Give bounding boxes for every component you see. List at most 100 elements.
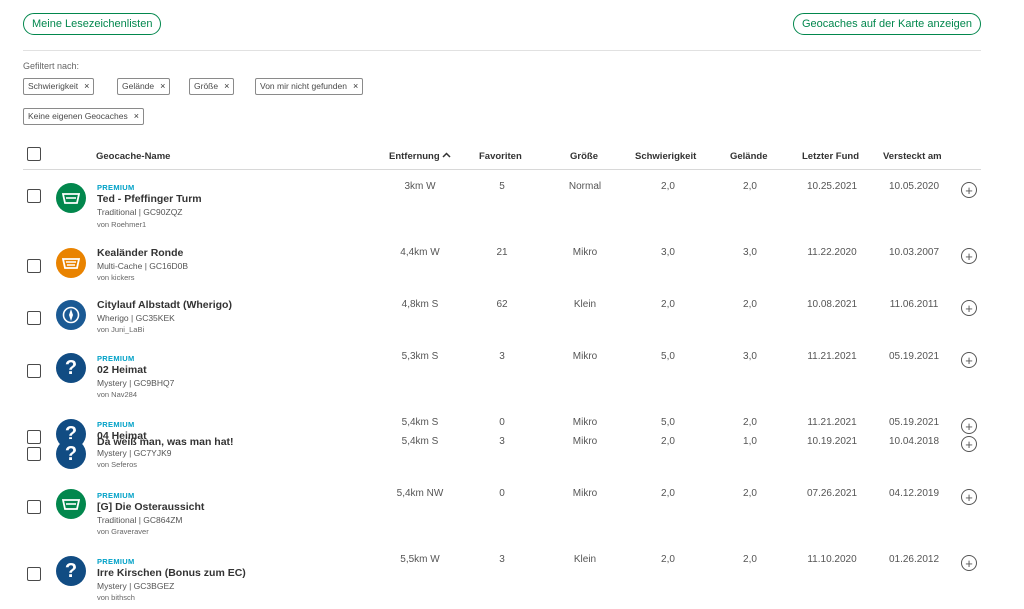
select-all-checkbox[interactable] — [27, 147, 41, 161]
row-checkbox[interactable] — [27, 364, 41, 378]
cache-type-code: Multi-Cache | GC16D0B — [97, 261, 189, 271]
cache-type-code: Traditional | GC90ZQZ — [97, 207, 183, 217]
distance-cell: 4,8km S — [401, 299, 439, 310]
add-to-list-icon[interactable]: + — [961, 182, 977, 198]
size-cell: Mikro — [572, 417, 598, 428]
favorites-cell: 0 — [499, 417, 505, 428]
difficulty-cell: 2,0 — [661, 488, 675, 499]
column-header-name[interactable]: Geocache-Name — [96, 151, 170, 162]
row-checkbox[interactable] — [27, 447, 41, 461]
filter-chip-label: Schwierigkeit — [28, 81, 79, 91]
close-icon[interactable]: × — [134, 111, 139, 121]
last-found-cell: 10.08.2021 — [806, 299, 858, 310]
cache-name-link[interactable]: Irre Kirschen (Bonus zum EC) — [97, 567, 246, 579]
row-checkbox[interactable] — [27, 259, 41, 273]
column-header-difficulty[interactable]: Schwierigkeit — [635, 151, 696, 162]
filter-chip-terrain[interactable]: Gelände × — [117, 78, 171, 95]
filter-chip-difficulty[interactable]: Schwierigkeit × — [23, 78, 95, 95]
cache-owner: von Juni_LaBi — [97, 325, 145, 334]
multi-cache-icon — [56, 248, 86, 278]
column-header-hidden[interactable]: Versteckt am — [883, 151, 942, 162]
filter-chip-label: Gelände — [122, 81, 155, 91]
mystery-icon: ? — [56, 556, 86, 586]
column-header-terrain[interactable]: Gelände — [730, 151, 768, 162]
add-to-list-icon[interactable]: + — [961, 352, 977, 368]
last-found-cell: 10.19.2021 — [806, 436, 858, 447]
column-header-size[interactable]: Größe — [570, 151, 598, 162]
cache-name-link[interactable]: Da weiß man, was man hat! — [97, 436, 234, 448]
terrain-cell: 2,0 — [743, 488, 757, 499]
close-icon[interactable]: × — [84, 81, 89, 91]
size-cell: Mikro — [572, 351, 598, 362]
cache-name-link[interactable]: [G] Die Osteraussicht — [97, 501, 204, 513]
my-bookmark-lists-button[interactable]: Meine Lesezeichenlisten — [23, 13, 162, 35]
mystery-icon: ? — [56, 439, 86, 469]
filter-chip-label: Keine eigenen Geocaches — [28, 111, 128, 121]
terrain-cell: 2,0 — [743, 554, 757, 565]
cache-owner: von bithsch — [97, 593, 135, 602]
cache-type-code: Mystery | GC3BGEZ — [97, 581, 175, 591]
add-to-list-icon[interactable]: + — [961, 555, 977, 571]
add-to-list-icon[interactable]: + — [961, 489, 977, 505]
table-row[interactable]: Kealänder Ronde Multi-Cache | GC16D0B vo… — [0, 245, 1024, 305]
distance-cell: 3km W — [404, 181, 436, 192]
terrain-cell: 2,0 — [743, 181, 757, 192]
row-checkbox[interactable] — [27, 567, 41, 581]
terrain-cell: 3,0 — [743, 247, 757, 258]
row-checkbox[interactable] — [27, 189, 41, 203]
add-to-list-icon[interactable]: + — [961, 418, 977, 434]
row-checkbox[interactable] — [27, 311, 41, 325]
wherigo-icon — [56, 300, 86, 330]
favorites-cell: 5 — [499, 181, 505, 192]
cache-owner: von kickers — [97, 273, 135, 282]
terrain-cell: 2,0 — [743, 299, 757, 310]
cache-type-code: Traditional | GC864ZM — [97, 515, 183, 525]
hidden-date-cell: 04.12.2019 — [888, 488, 940, 499]
favorites-cell: 3 — [499, 554, 505, 565]
add-to-list-icon[interactable]: + — [961, 248, 977, 264]
add-to-list-icon[interactable]: + — [961, 300, 977, 316]
column-header-label: Entfernung — [389, 151, 440, 162]
filter-chip-not-found-by-me[interactable]: Von mir nicht gefunden × — [255, 78, 364, 95]
cache-owner: von Nav284 — [97, 390, 138, 399]
row-checkbox[interactable] — [27, 500, 41, 514]
table-row[interactable]: PREMIUM [G] Die Osteraussicht Traditiona… — [0, 487, 1024, 547]
size-cell: Mikro — [572, 488, 598, 499]
close-icon[interactable]: × — [160, 81, 165, 91]
traditional-icon — [56, 489, 86, 519]
filter-chip-label: Größe — [194, 81, 219, 91]
column-header-favorites[interactable]: Favoriten — [479, 151, 522, 162]
table-row[interactable]: ? PREMIUM 02 Heimat Mystery | GC9BHQ7 vo… — [0, 350, 1024, 410]
column-header-last-found[interactable]: Letzter Fund — [802, 151, 859, 162]
close-icon[interactable]: × — [224, 81, 229, 91]
header-divider — [23, 169, 981, 170]
filter-chip-size[interactable]: Größe × — [189, 78, 235, 95]
cache-name-link[interactable]: Kealänder Ronde — [97, 247, 183, 259]
table-row[interactable]: Citylauf Albstadt (Wherigo) Wherigo | GC… — [0, 297, 1024, 357]
column-header-distance[interactable]: Entfernung — [389, 151, 451, 162]
difficulty-cell: 5,0 — [661, 351, 675, 362]
cache-type-code: Wherigo | GC35KEK — [97, 313, 175, 323]
last-found-cell: 07.26.2021 — [806, 488, 858, 499]
filter-label: Gefiltert nach: — [23, 61, 80, 71]
premium-badge: PREMIUM — [97, 557, 135, 566]
cache-name-link[interactable]: 02 Heimat — [97, 364, 147, 376]
table-row[interactable]: PREMIUM Ted - Pfeffinger Turm Traditiona… — [0, 180, 1024, 240]
table-row[interactable]: ? PREMIUM Irre Kirschen (Bonus zum EC) M… — [0, 553, 1024, 609]
traditional-icon — [56, 183, 86, 213]
cache-type-code: Mystery | GC7YJK9 — [97, 448, 172, 458]
cache-name-link[interactable]: Ted - Pfeffinger Turm — [97, 193, 202, 205]
add-to-list-icon[interactable]: + — [961, 436, 977, 452]
size-cell: Mikro — [572, 436, 598, 447]
cache-owner: von Graveraver — [97, 527, 149, 536]
terrain-cell: 1,0 — [743, 436, 757, 447]
distance-cell: 5,4km S — [401, 436, 439, 447]
difficulty-cell: 2,0 — [661, 181, 675, 192]
close-icon[interactable]: × — [353, 81, 358, 91]
show-on-map-button[interactable]: Geocaches auf der Karte anzeigen — [793, 13, 982, 35]
premium-badge: PREMIUM — [97, 491, 135, 500]
favorites-cell: 0 — [499, 488, 505, 499]
cache-name-link[interactable]: Citylauf Albstadt (Wherigo) — [97, 299, 232, 311]
cache-type-code: Mystery | GC9BHQ7 — [97, 378, 175, 388]
filter-chip-no-own-geocaches[interactable]: Keine eigenen Geocaches × — [23, 108, 144, 125]
